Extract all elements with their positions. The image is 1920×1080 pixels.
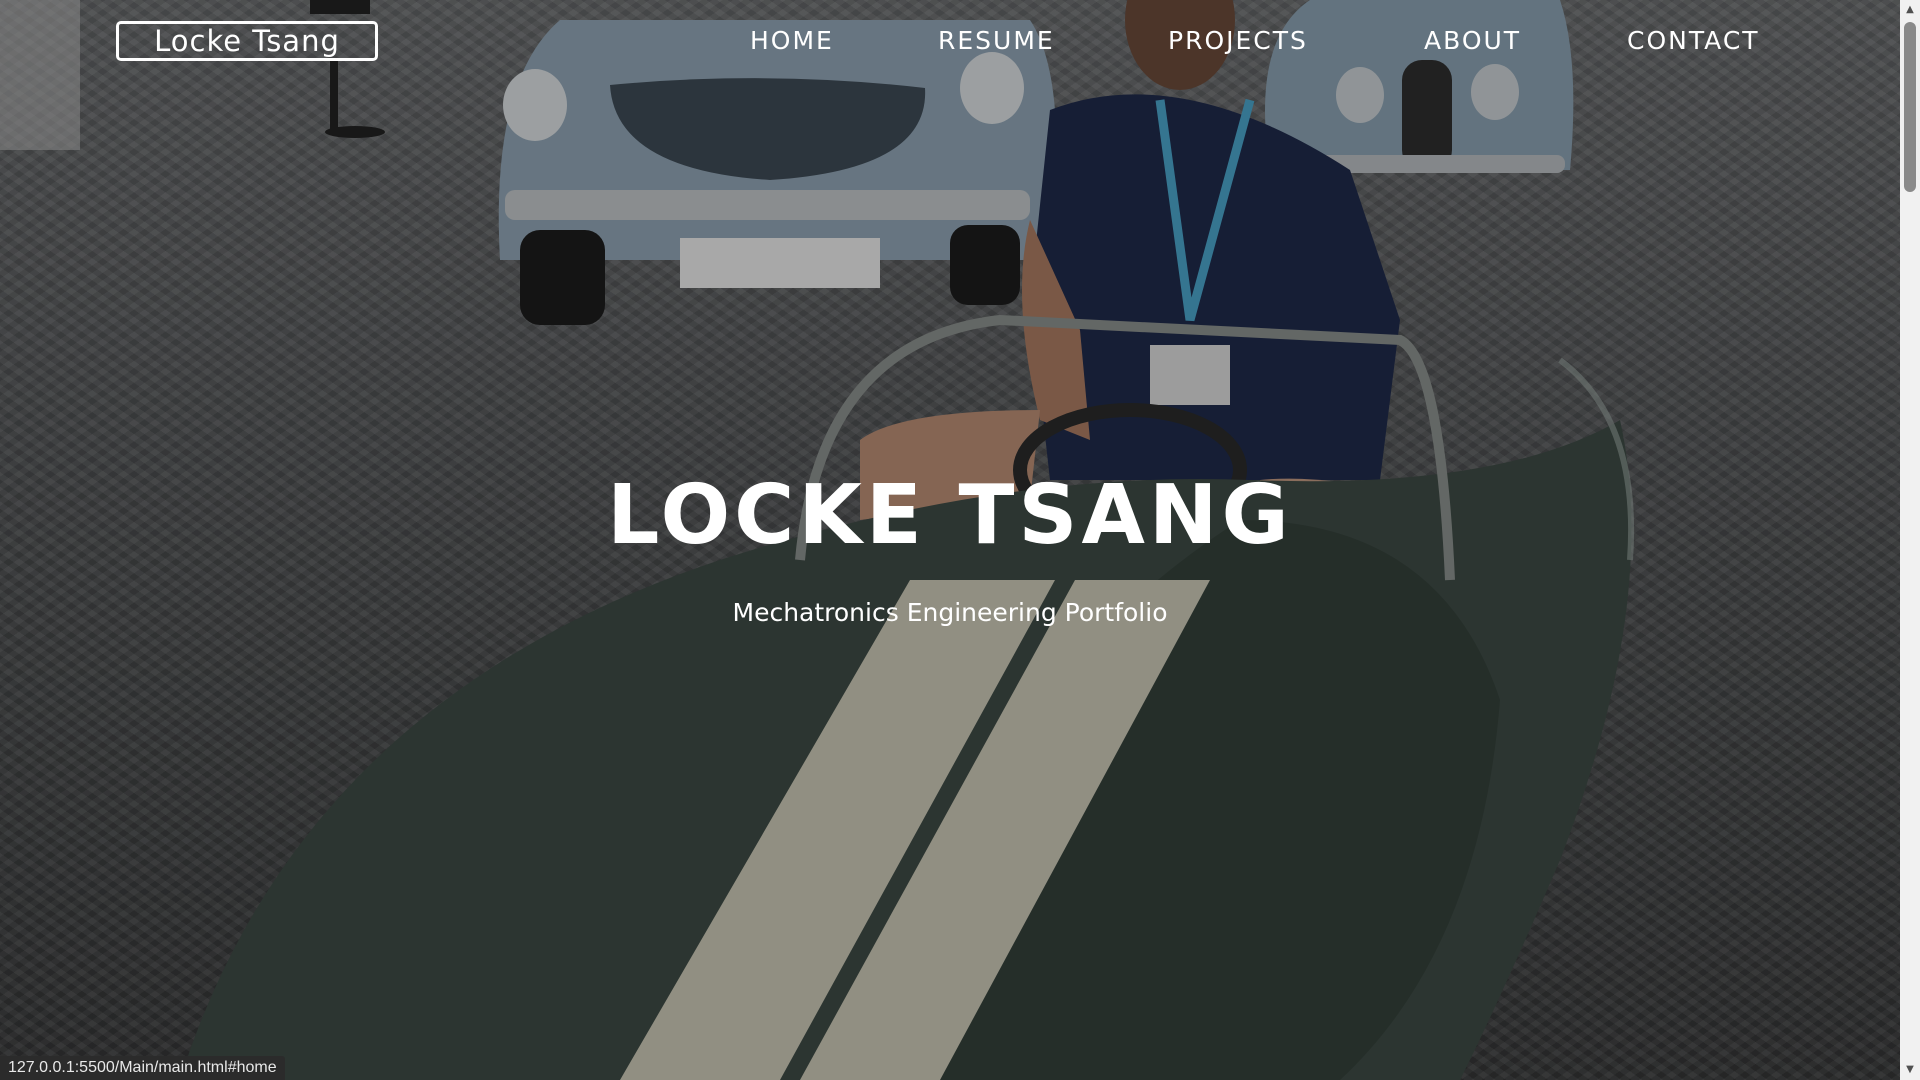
scroll-up-arrow-icon[interactable]: ▲ — [1900, 0, 1920, 20]
scroll-down-arrow-icon[interactable]: ▼ — [1900, 1060, 1920, 1080]
nav-link-projects[interactable]: PROJECTS — [1168, 26, 1308, 55]
page: Locke Tsang HOME RESUME PROJECTS ABOUT C… — [0, 0, 1920, 1080]
scrollbar-thumb[interactable] — [1904, 22, 1916, 192]
nav-link-contact[interactable]: CONTACT — [1627, 26, 1760, 55]
page-scrollbar[interactable]: ▲ ▼ — [1900, 0, 1920, 1080]
nav-link-about[interactable]: ABOUT — [1424, 26, 1521, 55]
site-logo[interactable]: Locke Tsang — [116, 21, 378, 61]
nav-link-home[interactable]: HOME — [750, 26, 834, 55]
hero-subtitle: Mechatronics Engineering Portfolio — [732, 598, 1168, 627]
navbar: Locke Tsang HOME RESUME PROJECTS ABOUT C… — [0, 0, 1900, 90]
nav-link-resume[interactable]: RESUME — [938, 26, 1055, 55]
hero-title: LOCKE TSANG — [607, 468, 1293, 563]
browser-status-url: 127.0.0.1:5500/Main/main.html#home — [0, 1056, 285, 1080]
